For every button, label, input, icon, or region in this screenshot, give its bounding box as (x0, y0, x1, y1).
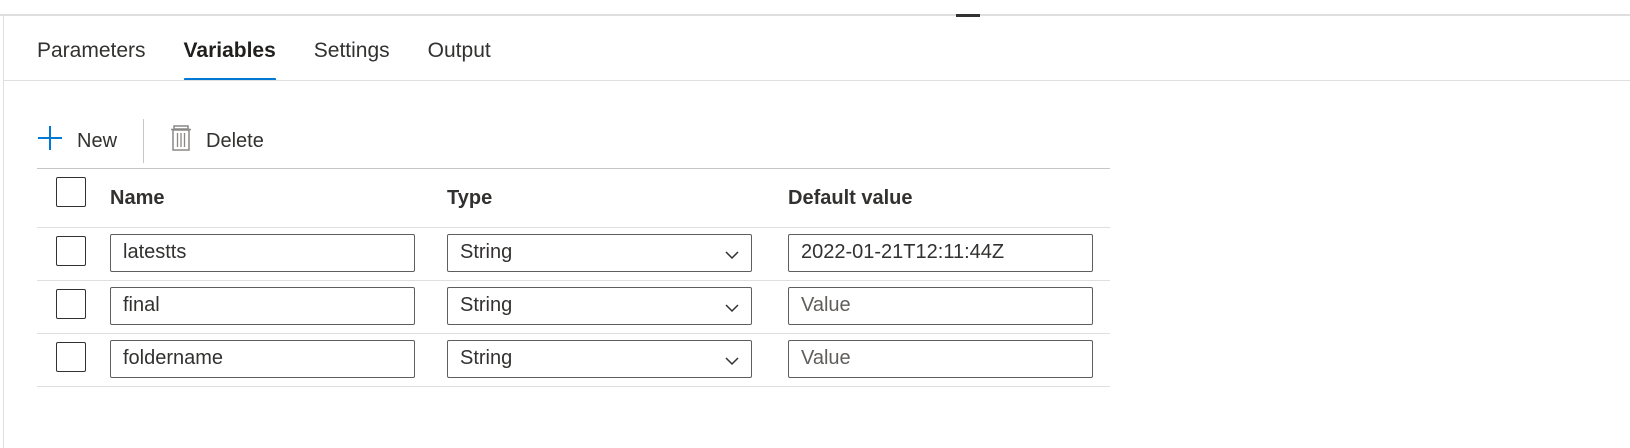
variable-name-input[interactable]: foldername (110, 340, 415, 378)
plus-icon (37, 125, 63, 157)
variable-type-dropdown[interactable]: String (447, 234, 752, 272)
chevron-down-icon (725, 251, 739, 260)
row-checkbox[interactable] (56, 236, 86, 266)
tab-bar: Parameters Variables Settings Output (37, 36, 529, 81)
variable-type-value: String (460, 294, 513, 316)
default-value-input[interactable]: Value (788, 340, 1093, 378)
new-button-label: New (77, 129, 118, 152)
new-button[interactable]: New (37, 125, 117, 157)
select-all-checkbox[interactable] (56, 177, 86, 207)
variable-type-value: String (460, 241, 513, 263)
variable-name-input[interactable]: final (110, 287, 415, 325)
table-row: foldername String Value (37, 333, 1110, 387)
delete-button-label: Delete (206, 129, 264, 152)
table-row: latestts String 2022-01-21T12:11:44Z (37, 227, 1110, 280)
table-header-row: Name Type Default value (37, 168, 1110, 227)
chevron-down-icon (725, 304, 739, 313)
row-checkbox[interactable] (56, 342, 86, 372)
default-value-input[interactable]: Value (788, 287, 1093, 325)
table-row: final String Value (37, 280, 1110, 333)
toolbar: New Delete (37, 118, 264, 164)
tab-output[interactable]: Output (428, 36, 491, 80)
delete-button[interactable]: Delete (170, 124, 264, 158)
column-header-type: Type (447, 187, 493, 209)
default-value-input[interactable]: 2022-01-21T12:11:44Z (788, 234, 1093, 272)
variable-name-input[interactable]: latestts (110, 234, 415, 272)
variable-type-dropdown[interactable]: String (447, 287, 752, 325)
column-header-name: Name (110, 187, 165, 209)
toolbar-separator (143, 119, 145, 163)
variable-type-dropdown[interactable]: String (447, 340, 752, 378)
column-header-default-value: Default value (788, 187, 913, 209)
tab-variables[interactable]: Variables (183, 36, 277, 81)
tab-parameters[interactable]: Parameters (37, 36, 146, 80)
variable-type-value: String (460, 347, 513, 369)
top-border (0, 14, 1630, 16)
tab-settings[interactable]: Settings (314, 36, 390, 80)
tabs-divider (4, 80, 1630, 81)
trash-icon (170, 124, 192, 158)
chevron-down-icon (725, 357, 739, 366)
variables-table: Name Type Default value latestts String … (37, 168, 1110, 387)
resize-handle[interactable] (956, 14, 980, 17)
row-checkbox[interactable] (56, 289, 86, 319)
